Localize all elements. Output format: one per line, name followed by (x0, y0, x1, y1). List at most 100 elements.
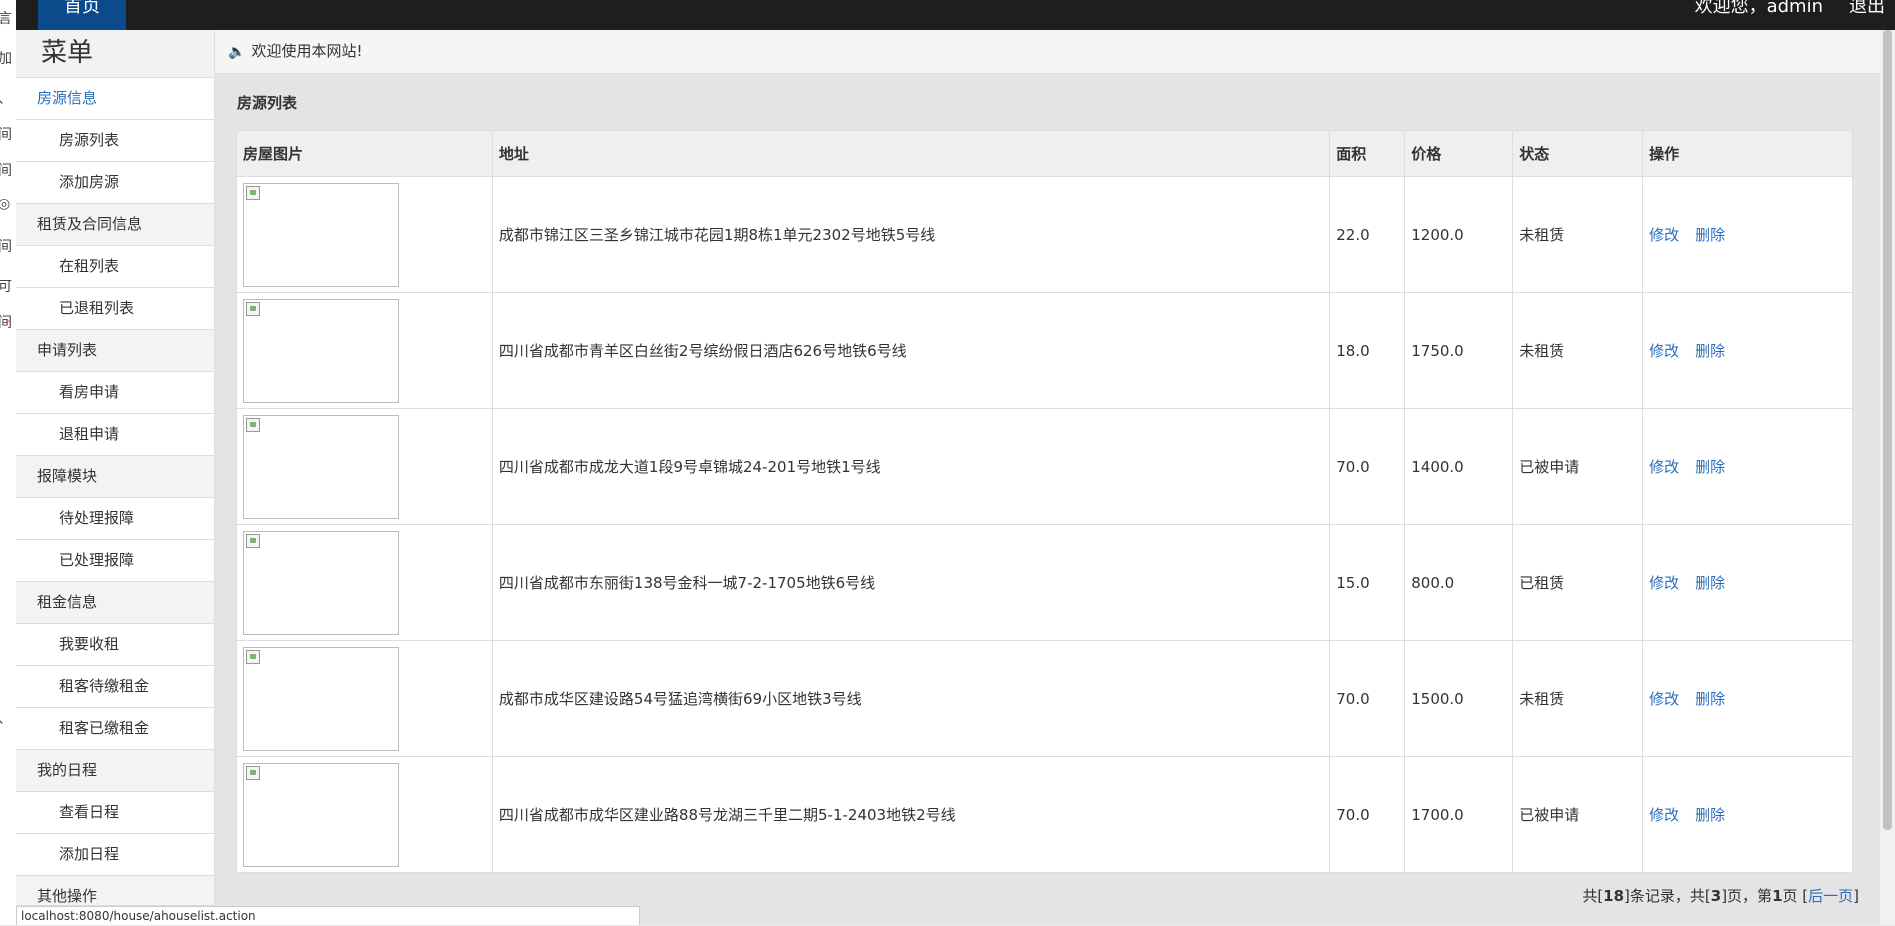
menu-item[interactable]: 添加日程 (16, 834, 214, 876)
menu-item[interactable]: 在租列表 (16, 246, 214, 288)
menu-item[interactable]: 看房申请 (16, 372, 214, 414)
pagination: 共[18]条记录，共[3]页，第1页 [后一页] (1582, 885, 1859, 906)
broken-image-icon (246, 417, 260, 432)
home-tab[interactable]: 首页 (38, 0, 126, 30)
left-overlay-strip: 言加、间间◎间可间、* (0, 0, 16, 925)
address-cell: 成都市锦江区三圣乡锦江城市花园1期8栋1单元2302号地铁5号线 (491, 176, 1331, 293)
menu-item[interactable]: 房源列表 (16, 120, 214, 162)
broken-image-icon (246, 533, 260, 548)
price-cell: 1700.0 (1404, 756, 1514, 873)
user-area: 欢迎您，admin 退出 (1695, 0, 1885, 30)
notice-text: 欢迎使用本网站! (251, 42, 363, 60)
col-header-price: 价格 (1404, 130, 1514, 177)
menu-item[interactable]: 已退租列表 (16, 288, 214, 330)
menu-item[interactable]: 查看日程 (16, 792, 214, 834)
table-row: 成都市锦江区三圣乡锦江城市花园1期8栋1单元2302号地铁5号线 22.0 1200… (236, 176, 1853, 293)
house-image-cell (236, 408, 493, 525)
delete-link[interactable]: 删除 (1695, 458, 1725, 476)
delete-link[interactable]: 删除 (1695, 342, 1725, 360)
total-records: 18 (1603, 887, 1625, 905)
house-image (243, 530, 399, 635)
address-cell: 四川省成都市成龙大道1段9号卓锦城24-201号地铁1号线 (491, 408, 1331, 525)
area-cell: 15.0 (1329, 524, 1406, 641)
actions-cell: 修改 删除 (1642, 756, 1853, 873)
stray-glyph: 间 (0, 127, 12, 143)
total-pages: 3 (1710, 887, 1722, 905)
pager-text: 共[ (1582, 887, 1604, 905)
status-cell: 已被申请 (1512, 756, 1644, 873)
pager-text: 页 [ (1782, 887, 1809, 905)
house-image-cell (236, 756, 493, 873)
actions-cell: 修改 删除 (1642, 408, 1853, 525)
menu-item[interactable]: 已处理报障 (16, 540, 214, 582)
scrollbar-thumb[interactable] (1883, 30, 1892, 830)
stray-glyph: 、 (0, 88, 12, 108)
col-header-address: 地址 (491, 130, 1331, 177)
status-cell: 未租赁 (1512, 640, 1644, 757)
menu-item[interactable]: 添加房源 (16, 162, 214, 204)
menu-section[interactable]: 申请列表 (16, 330, 214, 372)
delete-link[interactable]: 删除 (1695, 806, 1725, 824)
menu-section[interactable]: 房源信息 (16, 78, 214, 120)
stray-glyph: 可 (0, 279, 12, 295)
menu-item[interactable]: 退租申请 (16, 414, 214, 456)
edit-link[interactable]: 修改 (1649, 690, 1679, 708)
price-cell: 800.0 (1404, 524, 1514, 641)
panel-title: 房源列表 (237, 94, 298, 112)
next-page-link[interactable]: 后一页 (1808, 887, 1853, 905)
menu-section[interactable]: 我的日程 (16, 750, 214, 792)
house-image-cell (236, 524, 493, 641)
page-scrollbar[interactable] (1880, 30, 1895, 925)
delete-link[interactable]: 删除 (1695, 226, 1725, 244)
menu-item[interactable]: 待处理报障 (16, 498, 214, 540)
broken-image-icon (246, 765, 260, 780)
table-row: 四川省成都市青羊区白丝街2号缤纷假日酒店626号地铁6号线 18.0 1750.0 未… (236, 292, 1853, 409)
speaker-icon: 🔈 (228, 44, 246, 60)
logout-link[interactable]: 退出 (1849, 0, 1885, 30)
house-image (243, 182, 399, 287)
menu-section[interactable]: 其他操作 (16, 876, 214, 906)
address-cell: 四川省成都市东丽街138号金科一城7-2-1705地铁6号线 (491, 524, 1331, 641)
area-cell: 22.0 (1329, 176, 1406, 293)
col-header-status: 状态 (1512, 130, 1644, 177)
actions-cell: 修改 删除 (1642, 176, 1853, 293)
edit-link[interactable]: 修改 (1649, 574, 1679, 592)
table-header-row: 房屋图片 地址 面积 价格 状态 操作 (236, 130, 1853, 177)
status-cell: 未租赁 (1512, 292, 1644, 409)
menu-list: 房源信息 房源列表 添加房源 租赁及合同信息 在租列表 已退租列表 申请列表 看房申请 退租申请… (16, 78, 214, 906)
menu-title: 菜单 (16, 30, 214, 78)
sidebar: 菜单 房源信息 房源列表 添加房源 租赁及合同信息 在租列表 已退租列表 申请列表 看房申请退… (16, 30, 215, 925)
stray-glyph: 、 (0, 708, 12, 728)
menu-section[interactable]: 租金信息 (16, 582, 214, 624)
stray-glyph: 间 (0, 239, 12, 255)
stray-glyph: 言 (0, 11, 12, 27)
edit-link[interactable]: 修改 (1649, 226, 1679, 244)
edit-link[interactable]: 修改 (1649, 806, 1679, 824)
pager-text: ] (1853, 887, 1859, 905)
price-cell: 1200.0 (1404, 176, 1514, 293)
actions-cell: 修改 删除 (1642, 524, 1853, 641)
delete-link[interactable]: 删除 (1695, 574, 1725, 592)
status-cell: 已租赁 (1512, 524, 1644, 641)
menu-item[interactable]: 租客已缴租金 (16, 708, 214, 750)
house-image-cell (236, 292, 493, 409)
price-cell: 1750.0 (1404, 292, 1514, 409)
house-image (243, 646, 399, 751)
table-row: 成都市成华区建设路54号猛追湾横街69小区地铁3号线 70.0 1500.0 未租赁修… (236, 640, 1853, 757)
price-cell: 1500.0 (1404, 640, 1514, 757)
actions-cell: 修改 删除 (1642, 640, 1853, 757)
actions-cell: 修改 删除 (1642, 292, 1853, 409)
broken-image-icon (246, 185, 260, 200)
edit-link[interactable]: 修改 (1649, 458, 1679, 476)
menu-item[interactable]: 我要收租 (16, 624, 214, 666)
col-header-actions: 操作 (1642, 130, 1853, 177)
address-cell: 成都市成华区建设路54号猛追湾横街69小区地铁3号线 (491, 640, 1331, 757)
delete-link[interactable]: 删除 (1695, 690, 1725, 708)
menu-section[interactable]: 租赁及合同信息 (16, 204, 214, 246)
menu-section[interactable]: 报障模块 (16, 456, 214, 498)
col-header-image: 房屋图片 (236, 130, 493, 177)
broken-image-icon (246, 649, 260, 664)
menu-item[interactable]: 租客待缴租金 (16, 666, 214, 708)
edit-link[interactable]: 修改 (1649, 342, 1679, 360)
stray-glyph: 间 (0, 163, 12, 179)
